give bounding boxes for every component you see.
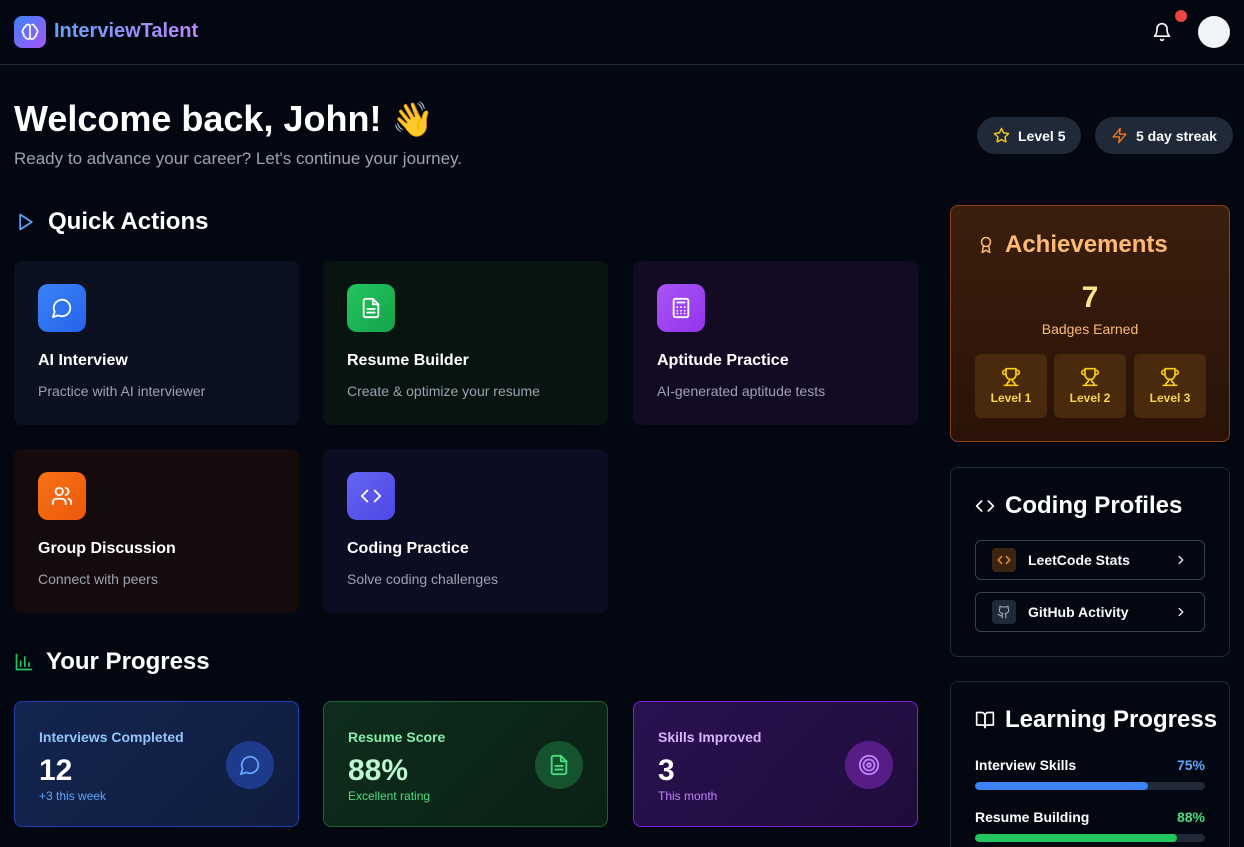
achievements-heading: Achievements	[977, 231, 1168, 259]
progress-card-sub: This month	[658, 789, 718, 803]
star-icon	[993, 127, 1010, 143]
quick-action-desc: Create & optimize your resume	[347, 383, 540, 399]
coding-profiles-heading: Coding Profiles	[975, 492, 1182, 520]
code-icon	[975, 500, 995, 512]
badge-label: Level 3	[1149, 391, 1191, 405]
progress-card-value: 12	[39, 754, 73, 787]
coding-profiles-panel: Coding Profiles LeetCode Stats GitHub Ac…	[950, 467, 1230, 657]
chat-icon	[226, 741, 274, 789]
quick-action-desc: AI-generated aptitude tests	[657, 383, 826, 399]
badge-label: Level 1	[990, 391, 1032, 405]
award-icon	[980, 236, 992, 254]
github-icon	[992, 600, 1016, 624]
achievements-title: Achievements	[1005, 231, 1168, 258]
progress-fill	[975, 782, 1148, 790]
chat-icon	[38, 284, 86, 332]
profile-label: GitHub Activity	[1028, 604, 1129, 620]
level-badge: Level 5	[977, 117, 1082, 154]
quick-action-aptitude-practice[interactable]: Aptitude Practice AI-generated aptitude …	[633, 261, 918, 425]
progress-card-label: Skills Improved	[658, 729, 762, 745]
progress-track	[975, 834, 1205, 842]
learning-item-resume-building: Resume Building 88%	[975, 809, 1205, 842]
target-icon	[845, 741, 893, 789]
learning-item-percent: 75%	[1176, 757, 1205, 773]
profile-label: LeetCode Stats	[1028, 552, 1130, 568]
book-icon	[975, 711, 995, 729]
quick-action-desc: Connect with peers	[38, 571, 158, 587]
progress-card-label: Interviews Completed	[39, 729, 184, 745]
lightning-icon	[1112, 127, 1127, 144]
calculator-icon	[657, 284, 705, 332]
progress-card-sub: +3 this week	[39, 789, 107, 803]
learning-item-percent: 88%	[1176, 809, 1205, 825]
learning-progress-title: Learning Progress	[1005, 706, 1218, 733]
users-icon	[38, 472, 86, 520]
progress-card-value: 3	[658, 754, 675, 787]
code-icon	[347, 472, 395, 520]
brain-logo-icon[interactable]	[14, 16, 46, 48]
github-activity-link[interactable]: GitHub Activity	[975, 592, 1205, 632]
trophy-icon	[1080, 367, 1100, 387]
badges-count: 7	[1081, 281, 1099, 314]
quick-action-title: Coding Practice	[347, 540, 469, 557]
progress-card-sub: Excellent rating	[348, 789, 431, 803]
quick-action-title: Resume Builder	[347, 352, 469, 369]
bell-icon[interactable]	[1152, 22, 1172, 42]
progress-track	[975, 782, 1205, 790]
chevron-right-icon	[1178, 607, 1184, 617]
learning-item-interview-skills: Interview Skills 75%	[975, 757, 1205, 790]
quick-action-desc: Solve coding challenges	[347, 571, 498, 587]
brand-name[interactable]: InterviewTalent	[54, 20, 198, 43]
learning-item-label: Resume Building	[975, 809, 1090, 825]
level-label: Level 5	[1018, 127, 1066, 144]
chevron-right-icon	[1178, 555, 1184, 565]
quick-action-coding-practice[interactable]: Coding Practice Solve coding challenges	[323, 449, 608, 613]
progress-card-value: 88%	[348, 754, 409, 787]
badge-label: Level 2	[1069, 391, 1111, 405]
your-progress-heading: Your Progress	[14, 648, 210, 676]
learning-progress-heading: Learning Progress	[975, 706, 1217, 734]
code-icon	[992, 548, 1016, 572]
notification-dot	[1175, 10, 1187, 22]
leetcode-stats-link[interactable]: LeetCode Stats	[975, 540, 1205, 580]
quick-action-title: Group Discussion	[38, 540, 176, 557]
waving-hand-icon: 👋	[391, 101, 434, 139]
learning-progress-panel: Learning Progress Interview Skills 75% R…	[950, 681, 1230, 847]
welcome-subtitle: Ready to advance your career? Let's cont…	[14, 149, 463, 168]
quick-action-desc: Practice with AI interviewer	[38, 383, 206, 399]
page-title: Welcome back, John! 👋	[14, 98, 434, 140]
quick-action-ai-interview[interactable]: AI Interview Practice with AI interviewe…	[14, 261, 299, 425]
achievements-panel: Achievements 7 Badges Earned Level 1 Lev…	[950, 205, 1230, 442]
progress-fill	[975, 834, 1178, 842]
streak-badge: 5 day streak	[1095, 117, 1233, 154]
trophy-icon	[1160, 367, 1180, 387]
bar-chart-icon	[15, 653, 33, 671]
quick-action-title: Aptitude Practice	[657, 352, 789, 369]
progress-card-label: Resume Score	[348, 729, 446, 745]
quick-action-resume-builder[interactable]: Resume Builder Create & optimize your re…	[323, 261, 608, 425]
streak-label: 5 day streak	[1136, 127, 1217, 144]
coding-profiles-title: Coding Profiles	[1005, 492, 1183, 519]
progress-card-resume-score: Resume Score 88% Excellent rating	[323, 701, 608, 827]
play-icon	[19, 213, 33, 231]
avatar[interactable]	[1198, 16, 1230, 48]
badges-label: Badges Earned	[1041, 321, 1139, 337]
trophy-icon	[1001, 367, 1021, 387]
badge-level-3[interactable]: Level 3	[1134, 354, 1206, 418]
badge-level-2[interactable]: Level 2	[1054, 354, 1126, 418]
quick-action-title: AI Interview	[38, 352, 128, 369]
top-bar: InterviewTalent	[0, 0, 1244, 65]
document-icon	[535, 741, 583, 789]
your-progress-title: Your Progress	[46, 648, 210, 675]
progress-card-skills: Skills Improved 3 This month	[633, 701, 918, 827]
document-icon	[347, 284, 395, 332]
learning-item-label: Interview Skills	[975, 757, 1077, 773]
quick-actions-title: Quick Actions	[48, 208, 209, 235]
quick-actions-heading: Quick Actions	[16, 208, 208, 236]
badge-level-1[interactable]: Level 1	[975, 354, 1047, 418]
welcome-text: Welcome back, John!	[14, 98, 382, 139]
progress-card-interviews: Interviews Completed 12 +3 this week	[14, 701, 299, 827]
quick-action-group-discussion[interactable]: Group Discussion Connect with peers	[14, 449, 299, 613]
